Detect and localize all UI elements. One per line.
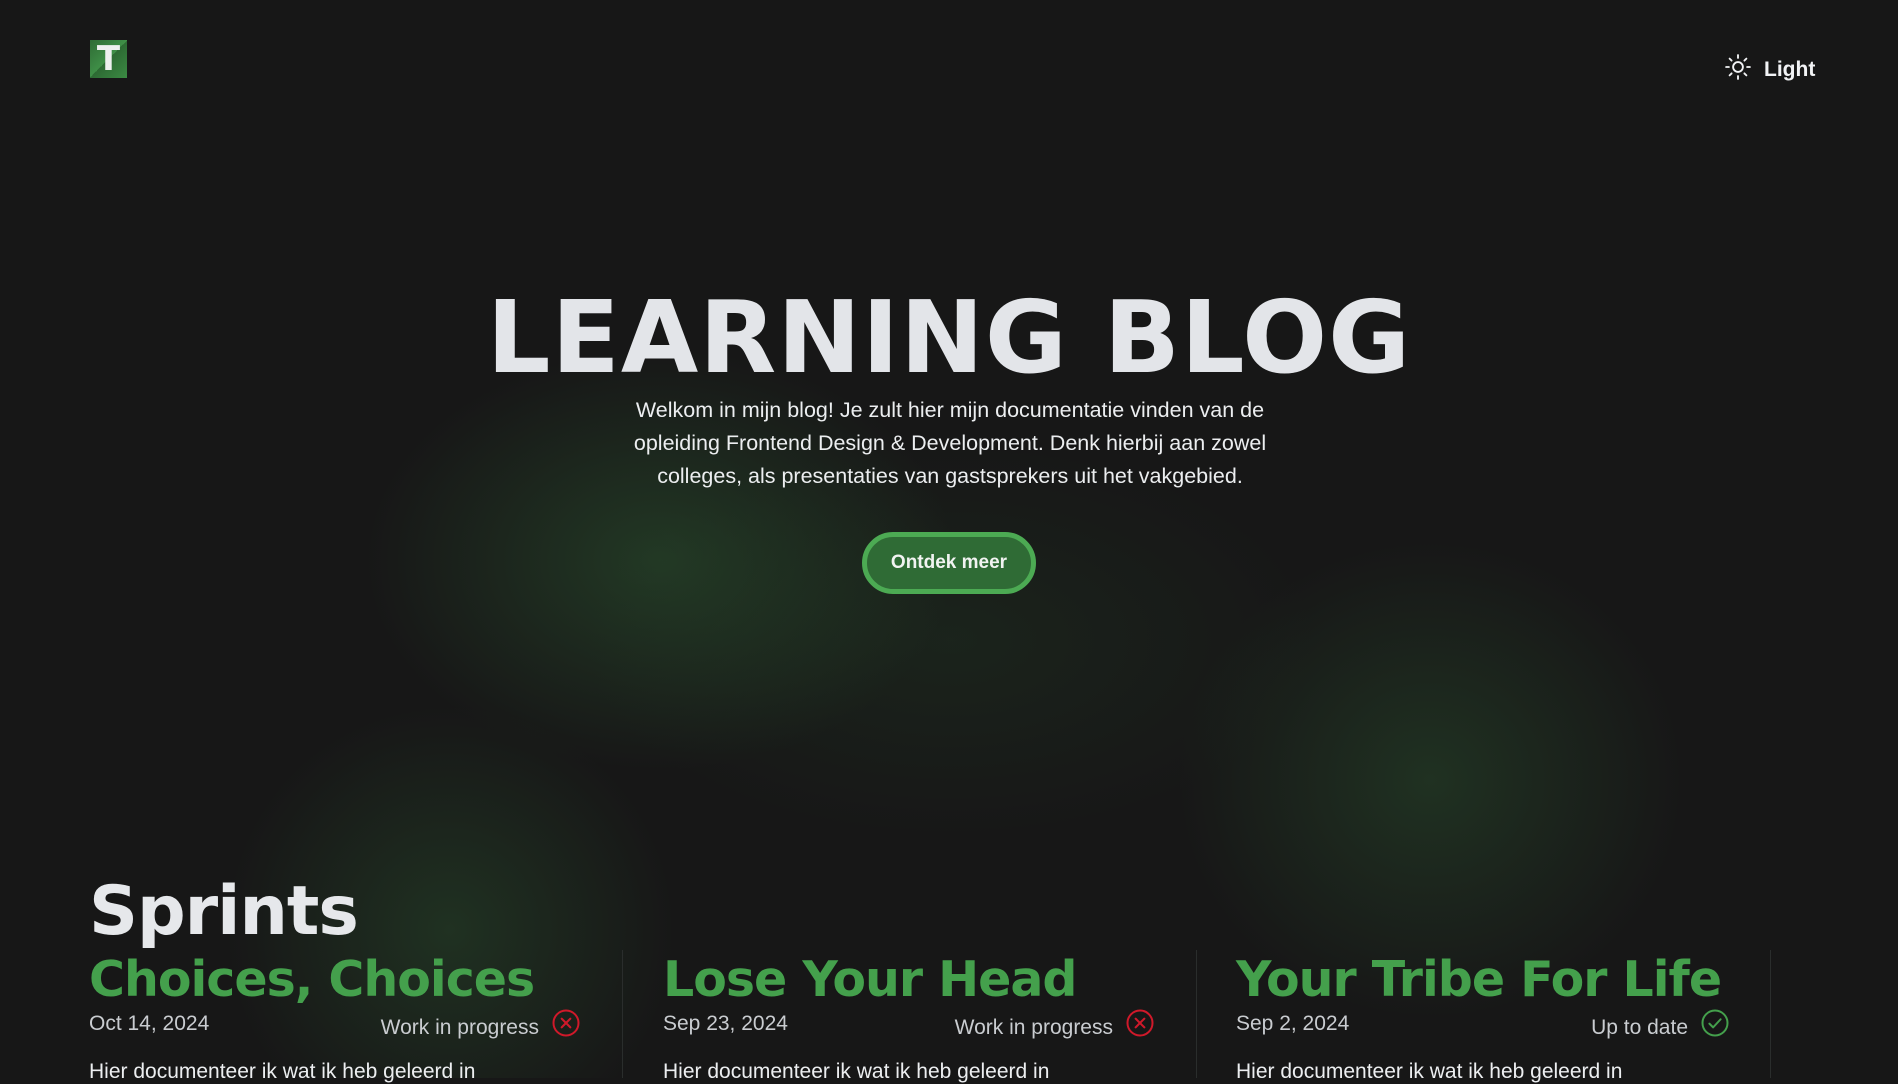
sprints-heading: Sprints [89, 872, 359, 951]
x-circle-icon [551, 1008, 581, 1047]
sprint-card[interactable]: Your Tribe For Life Sep 2, 2024 Up to da… [1236, 950, 1730, 1083]
sprint-card-list: Choices, Choices Oct 14, 2024 Work in pr… [0, 950, 1898, 1083]
hero-title: LEARNING BLOG [486, 279, 1412, 396]
x-circle-icon [1125, 1008, 1155, 1047]
sprint-card-excerpt: Hier documenteer ik wat ik heb geleerd i… [89, 1060, 476, 1083]
theme-toggle-button[interactable]: Light [1724, 54, 1815, 86]
check-circle-icon [1700, 1008, 1730, 1047]
sprint-card-title[interactable]: Your Tribe For Life [1236, 950, 1722, 1010]
sprint-card[interactable]: Lose Your Head Sep 23, 2024 Work in prog… [663, 950, 1155, 1083]
sprint-card-title[interactable]: Choices, Choices [89, 950, 535, 1010]
site-logo[interactable]: T [90, 40, 127, 78]
sprint-card[interactable]: Choices, Choices Oct 14, 2024 Work in pr… [89, 950, 581, 1083]
status-label: Work in progress [954, 1015, 1113, 1039]
sprint-card-date: Sep 23, 2024 [663, 1012, 788, 1035]
status-label: Work in progress [380, 1015, 539, 1039]
hero-intro-text: Welkom in mijn blog! Je zult hier mijn d… [633, 398, 1267, 488]
theme-toggle-label: Light [1764, 58, 1816, 81]
card-divider [1770, 950, 1771, 1078]
sprint-card-date: Sep 2, 2024 [1236, 1012, 1350, 1035]
sun-icon [1724, 53, 1752, 87]
sprint-card-status: Work in progress [955, 1008, 1155, 1047]
status-label: Up to date [1591, 1015, 1688, 1039]
sprint-card-excerpt: Hier documenteer ik wat ik heb geleerd i… [1236, 1060, 1623, 1083]
discover-more-button[interactable]: Ontdek meer [862, 532, 1036, 594]
card-divider [1196, 950, 1197, 1078]
sprint-card-status: Work in progress [381, 1008, 581, 1047]
card-divider [622, 950, 623, 1078]
sprint-card-title[interactable]: Lose Your Head [663, 950, 1077, 1010]
logo-letter: T [96, 39, 121, 79]
sprint-card-date: Oct 14, 2024 [89, 1012, 210, 1035]
sprint-card-excerpt: Hier documenteer ik wat ik heb geleerd i… [663, 1060, 1050, 1083]
sprint-card-status: Up to date [1591, 1008, 1730, 1047]
